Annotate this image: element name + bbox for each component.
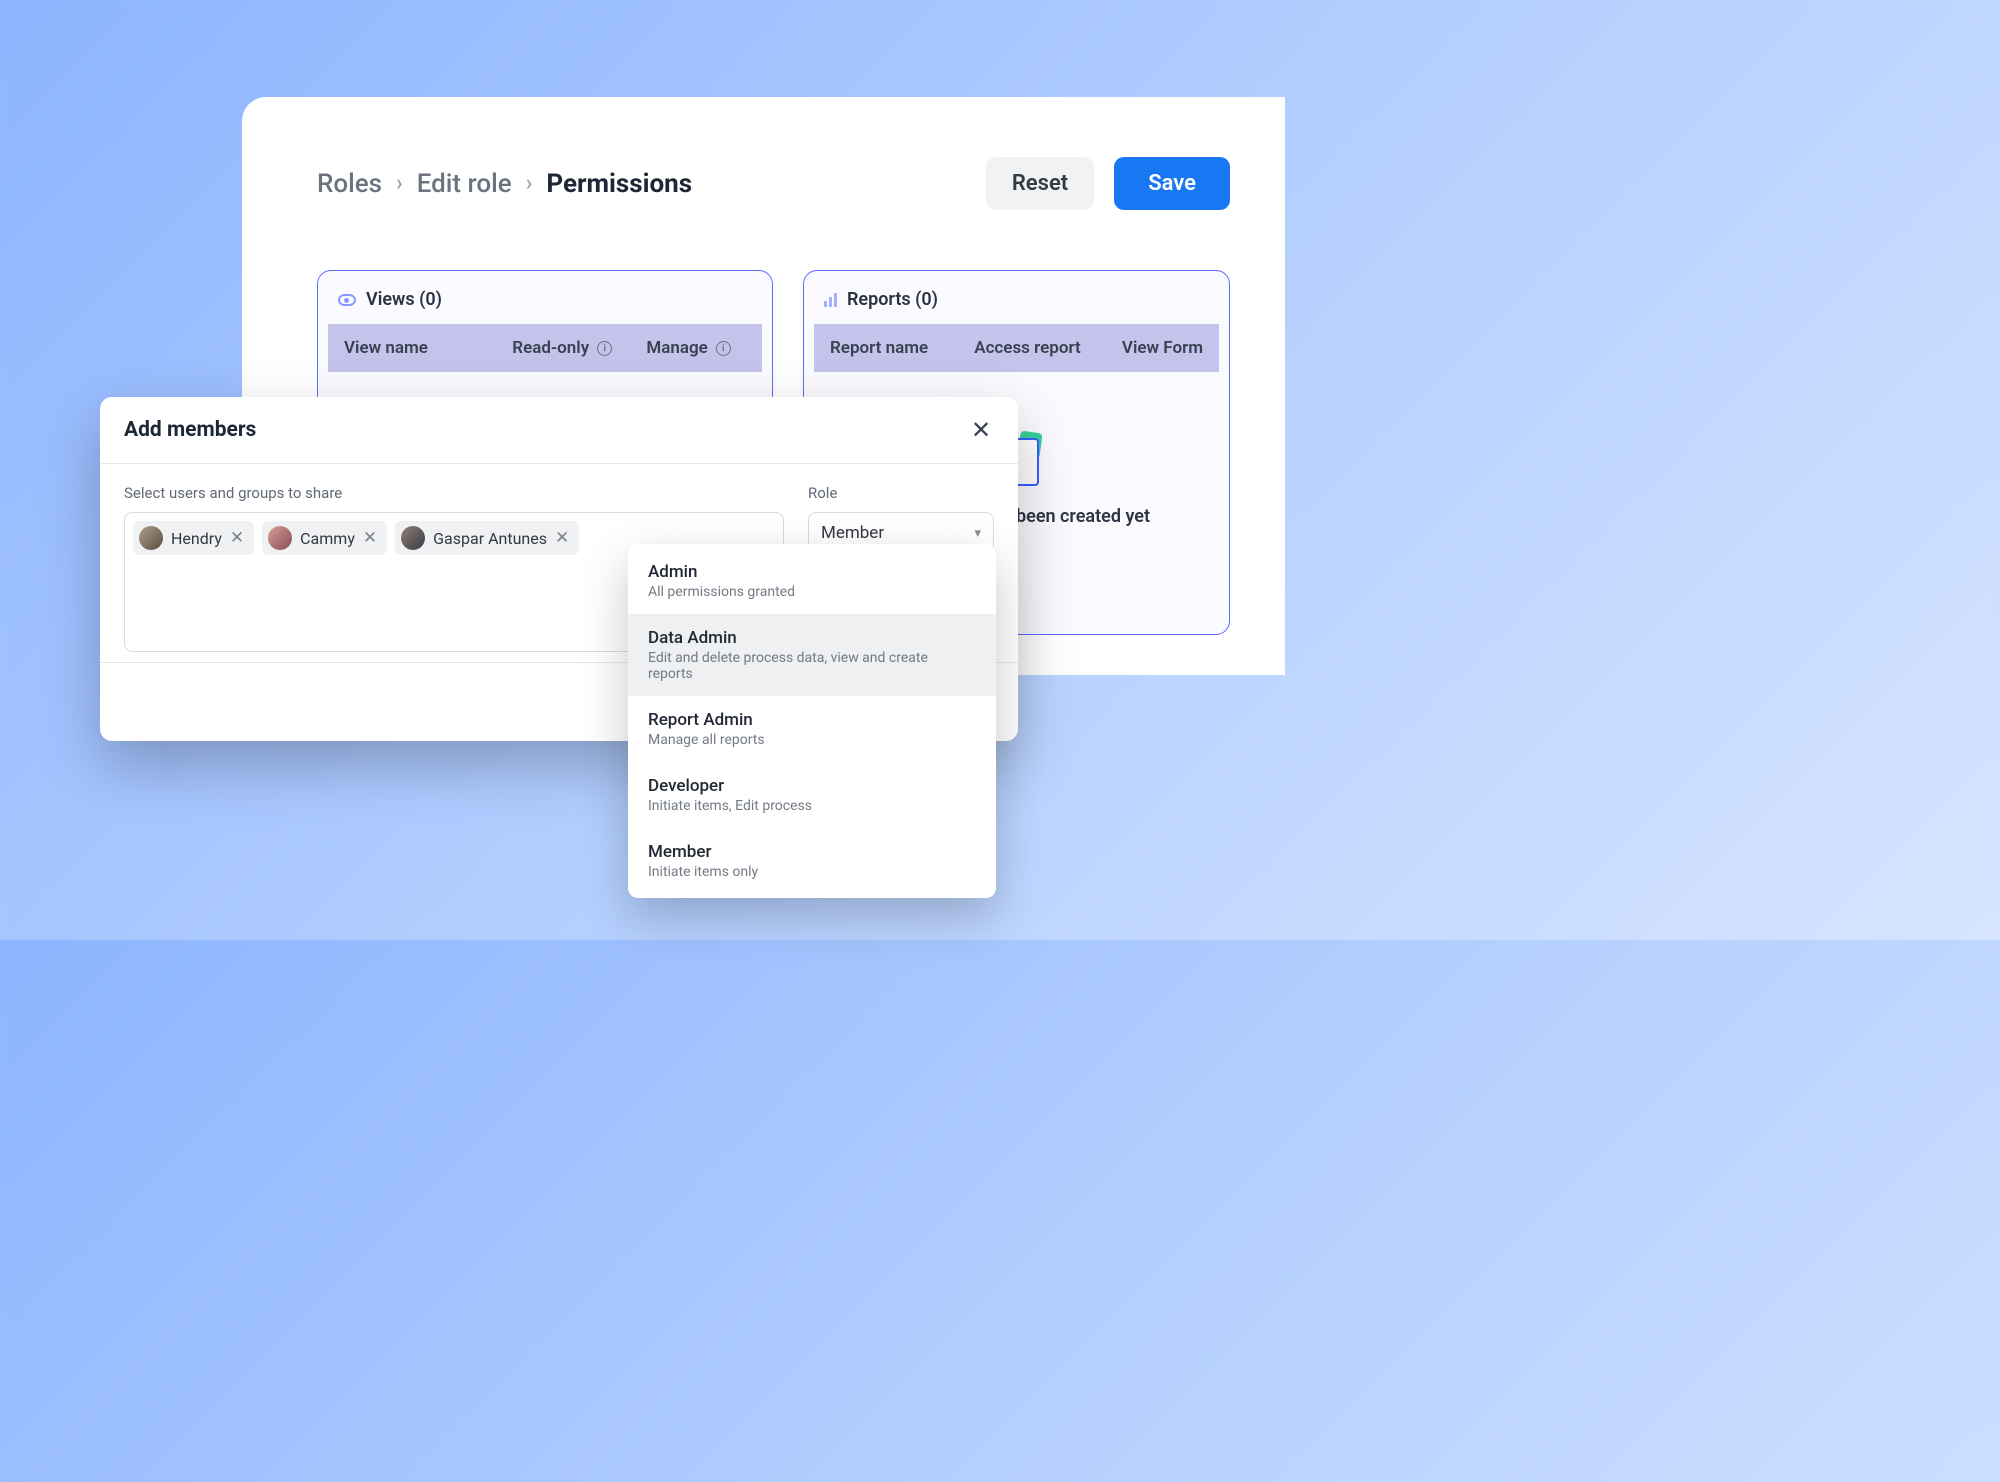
user-token: Cammy ✕ bbox=[262, 521, 387, 555]
role-option-sub: All permissions granted bbox=[648, 584, 976, 600]
role-value: Member bbox=[821, 523, 884, 543]
col-read-only: Read-only i bbox=[493, 338, 631, 358]
header-row: Roles › Edit role › Permissions Reset Sa… bbox=[317, 157, 1230, 210]
header-buttons: Reset Save bbox=[986, 157, 1230, 210]
col-view-name: View name bbox=[344, 338, 493, 358]
avatar bbox=[139, 526, 163, 550]
views-table-head: View name Read-only i Manage i bbox=[328, 324, 762, 372]
col-report-name: Report name bbox=[830, 338, 962, 358]
info-icon[interactable]: i bbox=[597, 341, 612, 356]
role-option-sub: Initiate items, Edit process bbox=[648, 798, 976, 814]
avatar bbox=[401, 526, 425, 550]
remove-icon[interactable]: ✕ bbox=[363, 528, 377, 548]
role-option-sub: Initiate items only bbox=[648, 864, 976, 880]
views-title: Views (0) bbox=[366, 289, 442, 310]
user-name: Hendry bbox=[171, 529, 222, 548]
reports-title: Reports (0) bbox=[847, 289, 938, 310]
role-option-title: Report Admin bbox=[648, 710, 976, 730]
crumb-roles[interactable]: Roles bbox=[317, 169, 382, 199]
col-manage-label: Manage bbox=[646, 338, 707, 358]
role-option[interactable]: Data AdminEdit and delete process data, … bbox=[628, 614, 996, 696]
role-label: Role bbox=[808, 484, 994, 502]
role-dropdown: Admin All permissions granted Data AdminEd… bbox=[628, 544, 996, 898]
info-icon[interactable]: i bbox=[716, 341, 731, 356]
role-option[interactable]: Admin All permissions granted bbox=[628, 548, 996, 614]
col-read-only-label: Read-only bbox=[512, 338, 589, 358]
views-panel-header: Views (0) bbox=[318, 271, 772, 324]
user-token: Hendry ✕ bbox=[133, 521, 254, 555]
modal-title: Add members bbox=[124, 418, 256, 442]
role-option-title: Admin bbox=[648, 562, 976, 582]
remove-icon[interactable]: ✕ bbox=[555, 528, 569, 548]
role-option[interactable]: Report Admin Manage all reports bbox=[628, 696, 996, 762]
users-label: Select users and groups to share bbox=[124, 484, 784, 502]
save-button[interactable]: Save bbox=[1114, 157, 1230, 210]
col-access-report: Access report bbox=[962, 338, 1094, 358]
user-token: Gaspar Antunes ✕ bbox=[395, 521, 579, 555]
reports-table-head: Report name Access report View Form bbox=[814, 324, 1219, 372]
role-option[interactable]: Member Initiate items only bbox=[628, 828, 996, 894]
bar-chart-icon bbox=[824, 293, 837, 307]
breadcrumb: Roles › Edit role › Permissions bbox=[317, 169, 692, 199]
role-option-title: Member bbox=[648, 842, 976, 862]
reset-button[interactable]: Reset bbox=[986, 157, 1094, 210]
remove-icon[interactable]: ✕ bbox=[230, 528, 244, 548]
col-view-form: View Form bbox=[1093, 338, 1203, 358]
chevron-right-icon: › bbox=[526, 171, 533, 196]
close-icon[interactable]: ✕ bbox=[968, 417, 994, 443]
chevron-down-icon: ▾ bbox=[974, 526, 981, 541]
reports-panel-header: Reports (0) bbox=[804, 271, 1229, 324]
user-name: Gaspar Antunes bbox=[433, 529, 547, 548]
modal-header: Add members ✕ bbox=[100, 397, 1018, 464]
role-option-title: Data Admin bbox=[648, 628, 976, 648]
col-manage: Manage i bbox=[631, 338, 746, 358]
crumb-permissions: Permissions bbox=[546, 169, 692, 199]
eye-icon bbox=[338, 294, 356, 306]
crumb-edit-role[interactable]: Edit role bbox=[417, 169, 512, 199]
role-option-sub: Edit and delete process data, view and c… bbox=[648, 650, 976, 682]
role-option-title: Developer bbox=[648, 776, 976, 796]
chevron-right-icon: › bbox=[396, 171, 403, 196]
role-option[interactable]: Developer Initiate items, Edit process bbox=[628, 762, 996, 828]
avatar bbox=[268, 526, 292, 550]
role-option-sub: Manage all reports bbox=[648, 732, 976, 748]
user-name: Cammy bbox=[300, 529, 355, 548]
